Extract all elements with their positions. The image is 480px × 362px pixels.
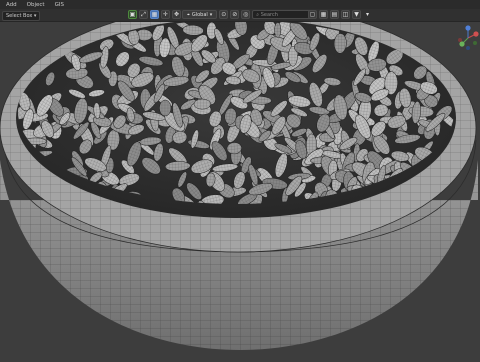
menu-add[interactable]: Add xyxy=(6,2,17,8)
layers-icon[interactable]: ▤ xyxy=(330,10,339,19)
scale-icon[interactable]: ⤢ xyxy=(139,10,148,19)
right-tool-group: ▢ ▦ ▤ ◫ ▼ ▾ xyxy=(308,10,372,19)
cursor-icon[interactable]: ✛ xyxy=(161,10,170,19)
select-icon[interactable]: ▦ xyxy=(150,10,159,19)
orientation-group: ⌖ Global ▾ ⊙ ⊘ ◎ ⌕ Search xyxy=(182,10,315,19)
grid-icon[interactable]: ▦ xyxy=(319,10,328,19)
transform-orientation-dropdown[interactable]: ⌖ Global ▾ xyxy=(182,10,218,19)
select-mode-label: Select Box xyxy=(6,13,33,19)
bowl-render xyxy=(0,3,478,350)
orientation-label: Global xyxy=(191,11,208,18)
seed-wireframe xyxy=(274,22,281,38)
orientation-axes-icon: ⌖ xyxy=(187,11,190,18)
chevron-down-icon[interactable]: ▾ xyxy=(363,10,372,19)
pivot-icon[interactable]: ⊙ xyxy=(219,10,229,19)
add-cube-icon[interactable]: ▣ xyxy=(128,10,137,19)
seed-wireframe xyxy=(159,100,171,116)
move-icon[interactable]: ✥ xyxy=(172,10,181,19)
axis-gizmo-icon[interactable] xyxy=(456,24,480,52)
menu-object[interactable]: Object xyxy=(27,2,45,8)
filter-icon[interactable]: ▼ xyxy=(352,10,361,19)
chevron-down-icon: ▾ xyxy=(209,11,213,18)
menu-gis[interactable]: GIS xyxy=(55,2,64,8)
search-input[interactable]: ⌕ Search xyxy=(252,10,315,19)
3d-viewport[interactable] xyxy=(0,3,480,360)
snap-icon[interactable]: ⊘ xyxy=(230,10,240,19)
viewport-icon[interactable]: ▢ xyxy=(308,10,317,19)
proportional-edit-icon[interactable]: ◎ xyxy=(241,10,251,19)
menu-bar: Add Object GIS xyxy=(0,0,480,9)
seed-wireframe xyxy=(193,99,211,110)
search-placeholder: Search xyxy=(260,12,278,18)
overlay-icon[interactable]: ◫ xyxy=(341,10,350,19)
header-toolbar: Select Box ▾ ▣ ⤢ ▦ ✛ ✥ ↻ ◔ ⌖ Global ▾ ⊙ … xyxy=(0,9,480,22)
select-mode-dropdown[interactable]: Select Box ▾ xyxy=(2,11,41,21)
